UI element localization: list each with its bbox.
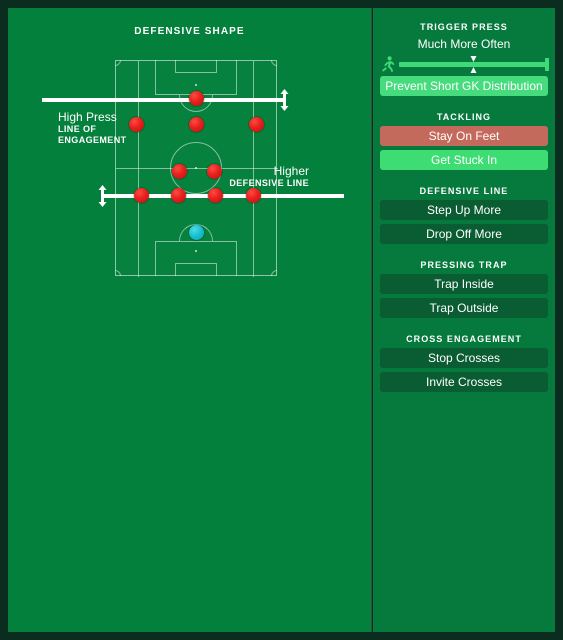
defensive-line-caption: DEFENSIVE LINE [229, 178, 309, 188]
player-marker-right-back[interactable] [245, 187, 261, 203]
vertical-double-arrow-icon[interactable] [279, 89, 290, 111]
button-invite-crosses[interactable]: Invite Crosses [380, 372, 548, 392]
section-pressing-trap: PRESSING TRAP Trap Inside Trap Outside [373, 258, 555, 318]
section-tackling: TACKLING Stay On Feet Get Stuck In [373, 110, 555, 170]
penalty-spot-bottom [195, 250, 197, 252]
button-prevent-short-gk-distribution[interactable]: Prevent Short GK Distribution [380, 76, 548, 96]
line-of-engagement-value: High Press [58, 110, 117, 124]
player-marker-left-cm[interactable] [171, 163, 187, 179]
player-marker-left-back[interactable] [133, 187, 149, 203]
button-stay-on-feet[interactable]: Stay On Feet [380, 126, 548, 146]
slider-trigger-press[interactable] [373, 55, 555, 73]
tactics-screen: DEFENSIVE SHAPE High Press LINE OF ENGAG… [0, 0, 563, 640]
center-spot [195, 167, 197, 169]
player-marker-right-wing[interactable] [248, 116, 264, 132]
corner-arc-bottom-right [271, 270, 277, 276]
button-drop-off-more[interactable]: Drop Off More [380, 224, 548, 244]
slider-end-cap-trigger-press [545, 57, 549, 71]
button-step-up-more[interactable]: Step Up More [380, 200, 548, 220]
defensive-shape-panel: DEFENSIVE SHAPE High Press LINE OF ENGAG… [8, 8, 371, 632]
button-trap-outside[interactable]: Trap Outside [380, 298, 548, 318]
corner-arc-top-right [271, 60, 277, 66]
page-title: DEFENSIVE SHAPE [134, 26, 245, 37]
corner-arc-bottom-left [115, 270, 121, 276]
section-heading-trigger-press: TRIGGER PRESS [420, 22, 508, 32]
player-marker-left-cb[interactable] [170, 187, 186, 203]
section-defensive-line: DEFENSIVE LINE Step Up More Drop Off More [373, 184, 555, 244]
slider-track-trigger-press[interactable] [399, 55, 549, 73]
section-heading-defensive-line: DEFENSIVE LINE [419, 186, 509, 196]
player-marker-striker[interactable] [188, 90, 204, 106]
line-of-engagement-label: High Press LINE OF ENGAGEMENT [58, 110, 127, 146]
panel-divider [371, 8, 372, 632]
penalty-spot-top [195, 84, 197, 86]
player-marker-right-cb[interactable] [207, 187, 223, 203]
vertical-double-arrow-icon[interactable] [97, 185, 108, 207]
player-marker-right-cm[interactable] [206, 163, 222, 179]
section-trigger-press: TRIGGER PRESS Much More Often Prevent Shor… [373, 8, 555, 96]
button-get-stuck-in[interactable]: Get Stuck In [380, 150, 548, 170]
slider-thumb-trigger-press[interactable] [470, 55, 477, 73]
defensive-line-label: Higher DEFENSIVE LINE [229, 164, 309, 189]
defensive-line-value: Higher [273, 164, 309, 178]
corner-arc-top-left [115, 60, 121, 66]
section-heading-pressing-trap: PRESSING TRAP [420, 260, 508, 270]
section-cross-engagement: CROSS ENGAGEMENT Stop Crosses Invite Cross… [373, 332, 555, 392]
pitch-inner-line-left [138, 61, 139, 277]
defensive-instructions-panel: TRIGGER PRESS Much More Often Prevent Shor… [373, 8, 555, 632]
running-man-icon [381, 56, 395, 72]
button-trap-inside[interactable]: Trap Inside [380, 274, 548, 294]
goal-box-bottom [175, 263, 217, 276]
section-heading-cross-engagement: CROSS ENGAGEMENT [406, 334, 522, 344]
line-of-engagement-bar[interactable] [42, 98, 284, 102]
slider-value-trigger-press: Much More Often [417, 37, 511, 51]
player-marker-goalkeeper[interactable] [188, 224, 204, 240]
button-stop-crosses[interactable]: Stop Crosses [380, 348, 548, 368]
line-of-engagement-caption-2: ENGAGEMENT [58, 135, 127, 145]
player-marker-left-wing[interactable] [128, 116, 144, 132]
instruction-sections: TRIGGER PRESS Much More Often Prevent Shor… [373, 8, 555, 392]
line-of-engagement-caption-1: LINE OF [58, 124, 97, 134]
goal-box-top [175, 60, 217, 73]
section-heading-tackling: TACKLING [436, 112, 492, 122]
player-marker-center-am[interactable] [188, 116, 204, 132]
